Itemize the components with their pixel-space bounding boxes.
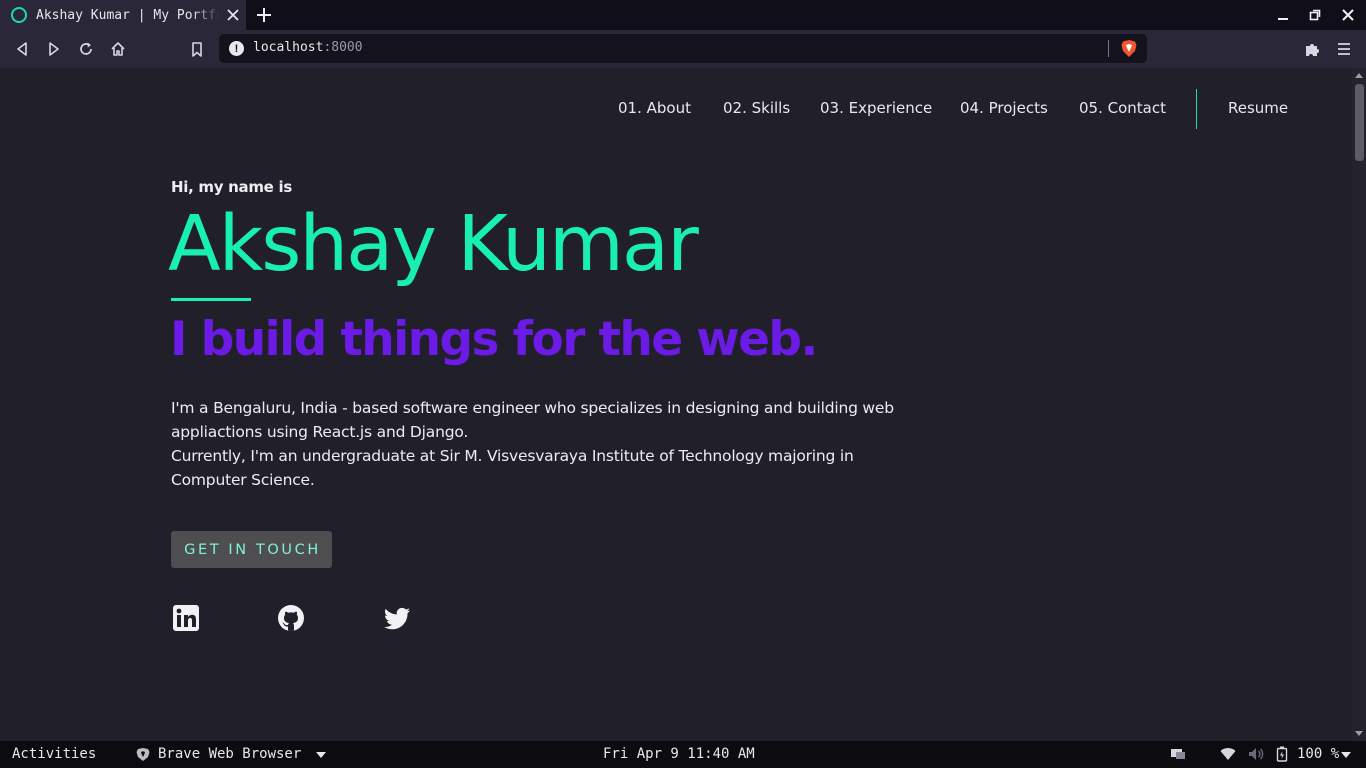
- nav-link-skills[interactable]: 02. Skills: [723, 99, 790, 117]
- browser-tab-active[interactable]: Akshay Kumar | My Portfolio: [0, 0, 246, 30]
- activities-button[interactable]: Activities: [12, 746, 96, 762]
- battery-icon[interactable]: [1276, 746, 1288, 762]
- linkedin-icon[interactable]: [172, 604, 200, 632]
- window-close-icon[interactable]: [1339, 6, 1357, 24]
- github-icon[interactable]: [277, 604, 305, 632]
- scroll-up-arrow-icon[interactable]: [1355, 73, 1363, 78]
- resume-link[interactable]: Resume: [1228, 99, 1288, 117]
- nav-link-contact[interactable]: 05. Contact: [1079, 99, 1166, 117]
- nav-link-about[interactable]: 01. About: [618, 99, 691, 117]
- brave-app-icon: [136, 748, 150, 761]
- get-in-touch-button[interactable]: GET IN TOUCH: [171, 531, 332, 568]
- hero-greeting: Hi, my name is: [171, 178, 292, 196]
- desktop-panel: Activities Brave Web Browser Fri Apr 9 1…: [0, 741, 1366, 768]
- wifi-icon[interactable]: [1220, 746, 1236, 762]
- bio-paragraph-1: I'm a Bengaluru, India - based software …: [171, 399, 894, 441]
- extensions-puzzle-icon[interactable]: [1302, 39, 1322, 59]
- battery-percentage: 100 %: [1297, 746, 1340, 762]
- back-arrow-icon[interactable]: [12, 39, 32, 59]
- nav-link-projects[interactable]: 04. Projects: [960, 99, 1048, 117]
- nav-link-experience[interactable]: 03. Experience: [820, 99, 932, 117]
- tab-close-icon[interactable]: [224, 6, 242, 24]
- bookmark-icon[interactable]: [187, 39, 207, 59]
- hero-name: Akshay Kumar: [168, 200, 699, 289]
- app-menu-caret-icon[interactable]: [316, 752, 326, 758]
- window-maximize-icon[interactable]: [1306, 6, 1324, 24]
- hero-name-underline: [171, 298, 251, 301]
- menu-hamburger-icon[interactable]: [1334, 39, 1354, 59]
- hero-tagline: I build things for the web.: [170, 312, 818, 367]
- page-scrollbar[interactable]: [1352, 68, 1366, 741]
- tab-favicon-icon: [11, 7, 27, 23]
- portfolio-page: 01. About 02. Skills 03. Experience 04. …: [0, 68, 1352, 741]
- volume-icon[interactable]: [1248, 746, 1264, 762]
- tab-title: Akshay Kumar | My Portfolio: [36, 7, 220, 23]
- address-bar-divider: [1108, 40, 1109, 57]
- hero-bio: I'm a Bengaluru, India - based software …: [171, 396, 931, 492]
- clock[interactable]: Fri Apr 9 11:40 AM: [603, 746, 755, 762]
- app-menu[interactable]: Brave Web Browser: [158, 746, 301, 762]
- url-text[interactable]: localhost:8000: [253, 40, 363, 55]
- brave-shields-icon[interactable]: [1120, 39, 1138, 58]
- scroll-down-arrow-icon[interactable]: [1355, 731, 1363, 736]
- site-info-icon[interactable]: !: [229, 41, 244, 56]
- window-minimize-icon[interactable]: [1274, 6, 1292, 24]
- home-icon[interactable]: [108, 39, 128, 59]
- app-menu-label: Brave Web Browser: [158, 746, 302, 762]
- new-tab-plus-icon[interactable]: [254, 5, 274, 25]
- bio-paragraph-2: Currently, I'm an undergraduate at Sir M…: [171, 447, 854, 489]
- forward-arrow-icon[interactable]: [44, 39, 64, 59]
- system-menu-caret-icon[interactable]: [1341, 752, 1351, 758]
- scrollbar-thumb[interactable]: [1355, 84, 1364, 161]
- nav-divider: [1196, 89, 1197, 129]
- browser-toolbar: ! localhost:8000: [0, 30, 1366, 68]
- display-settings-icon[interactable]: [1170, 746, 1186, 762]
- twitter-icon[interactable]: [383, 604, 411, 632]
- browser-tab-strip: Akshay Kumar | My Portfolio: [0, 0, 1366, 30]
- reload-icon[interactable]: [76, 39, 96, 59]
- address-bar[interactable]: ! localhost:8000: [219, 34, 1147, 63]
